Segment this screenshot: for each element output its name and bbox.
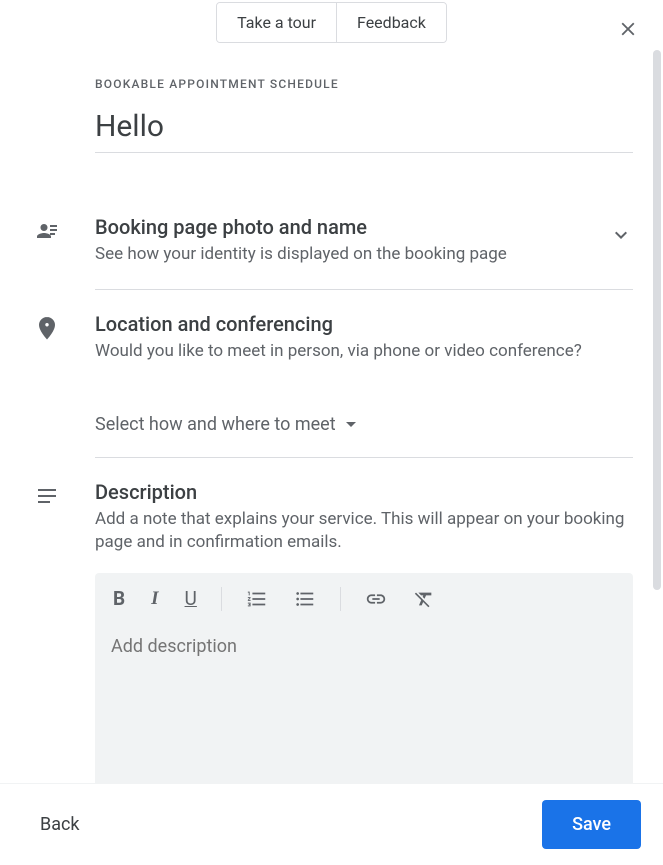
description-subtitle: Add a note that explains your service. T… (95, 508, 633, 556)
feedback-button[interactable]: Feedback (337, 3, 446, 42)
booking-page-subtitle: See how your identity is displayed on th… (95, 243, 633, 267)
clear-format-icon (413, 588, 435, 610)
scrollbar[interactable] (653, 50, 661, 590)
take-a-tour-button[interactable]: Take a tour (217, 3, 337, 42)
bold-icon: B (113, 587, 125, 610)
toolbar-separator (221, 587, 222, 611)
booking-page-title: Booking page photo and name (95, 215, 633, 239)
location-section: Location and conferencing Would you like… (95, 290, 633, 458)
underline-button[interactable]: U (183, 585, 199, 612)
editor-body[interactable] (95, 624, 633, 804)
meet-select-label: Select how and where to meet (95, 414, 336, 435)
header-buttons: Take a tour Feedback (0, 0, 663, 43)
schedule-title-input[interactable] (95, 91, 633, 153)
overline-label: BOOKABLE APPOINTMENT SCHEDULE (95, 77, 633, 91)
notes-icon (35, 484, 59, 512)
save-button[interactable]: Save (542, 800, 641, 849)
caret-down-icon (346, 422, 356, 427)
clear-formatting-button[interactable] (411, 586, 437, 612)
bulleted-list-button[interactable] (292, 586, 318, 612)
header-button-group: Take a tour Feedback (216, 2, 447, 43)
description-title: Description (95, 480, 633, 504)
meet-select-trigger[interactable]: Select how and where to meet (95, 414, 633, 435)
person-list-icon (35, 219, 59, 247)
numbered-list-icon (246, 588, 268, 610)
back-button[interactable]: Back (40, 814, 80, 835)
editor-toolbar: B I U (95, 573, 633, 624)
link-icon (365, 588, 387, 610)
insert-link-button[interactable] (363, 586, 389, 612)
bulleted-list-icon (294, 588, 316, 610)
close-icon[interactable] (617, 18, 639, 44)
description-textarea[interactable] (111, 636, 617, 786)
toolbar-separator (340, 587, 341, 611)
location-subtitle: Would you like to meet in person, via ph… (95, 340, 633, 364)
booking-page-section[interactable]: Booking page photo and name See how your… (95, 193, 633, 290)
underline-icon: U (185, 587, 197, 610)
chevron-down-icon[interactable] (609, 223, 633, 251)
description-section: Description Add a note that explains you… (95, 458, 633, 827)
italic-icon: I (151, 588, 158, 610)
numbered-list-button[interactable] (244, 586, 270, 612)
location-title: Location and conferencing (95, 312, 633, 336)
italic-button[interactable]: I (149, 586, 160, 612)
footer: Back Save (0, 783, 663, 865)
location-pin-icon (35, 316, 59, 344)
bold-button[interactable]: B (111, 585, 127, 612)
